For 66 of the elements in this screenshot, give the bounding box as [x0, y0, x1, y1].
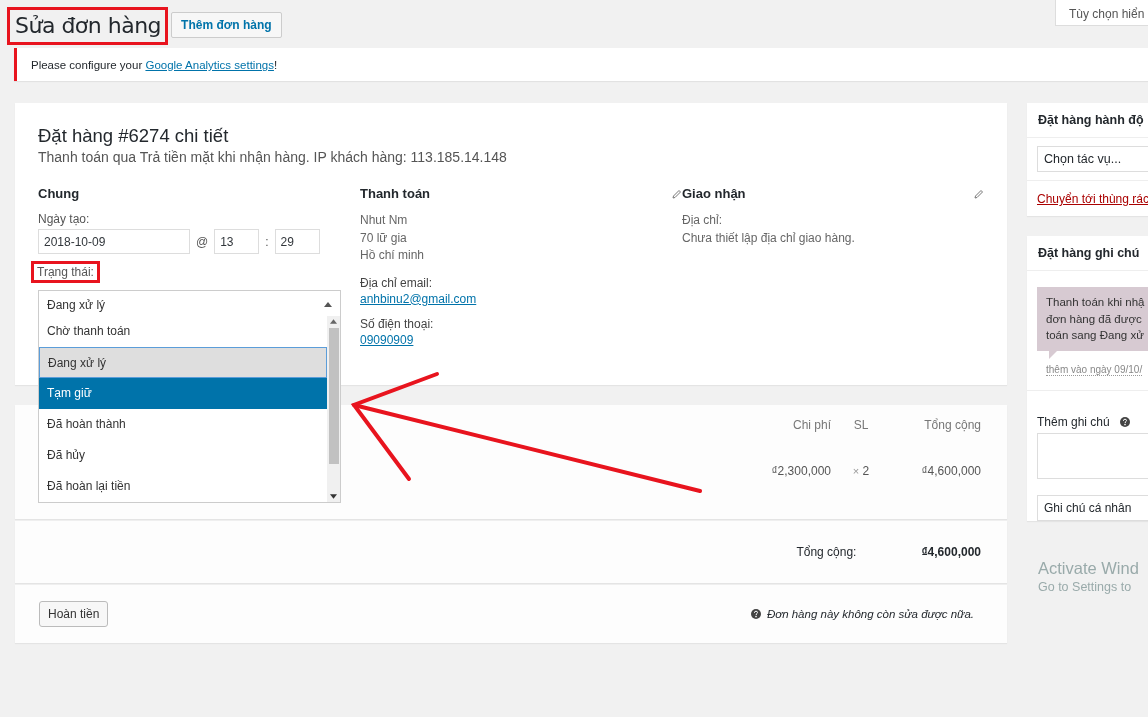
note-text: Thanh toán khi nhậ [1046, 295, 1146, 310]
status-option[interactable]: Đang xử lý [39, 347, 327, 378]
status-value: Đang xử lý [47, 297, 106, 312]
screen-options-button[interactable]: Tùy chọn hiển [1055, 0, 1148, 26]
note-text: đơn hàng đã được [1046, 311, 1143, 327]
add-order-button[interactable]: Thêm đơn hàng [171, 12, 282, 38]
page-title: Sửa đơn hàng [15, 12, 162, 40]
pencil-icon[interactable] [974, 189, 984, 199]
address-line: Hồ chí minh [360, 247, 426, 264]
action-select[interactable]: Chọn tác vụ... [1037, 146, 1148, 172]
minute-field[interactable]: 29 [274, 229, 320, 254]
address-line: 70 lữ gia [360, 229, 408, 247]
note-type-select[interactable]: Ghi chú cá nhân [1037, 494, 1148, 521]
cost-cell-text: ₫2,300,000 [770, 464, 831, 478]
card-title: Đặt hàng ghi chú [1027, 236, 1148, 271]
times-sign: × [852, 465, 860, 477]
help-icon [1119, 416, 1130, 427]
at-sign: @ [196, 234, 209, 249]
note-text: toán sang Đang xử [1046, 328, 1145, 343]
status-dropdown[interactable]: Đang xử lý Chờ thanh toán Đang xử lý Tạm giữ Đã hoàn thành Đã hủy Đã hoàn lại tiền [38, 290, 341, 503]
notice-text: Please configure your Google Analytics settings! [31, 59, 278, 71]
refund-button[interactable]: Hoàn tiền [39, 601, 109, 627]
card-title: Đặt hàng hành độ [1027, 103, 1148, 138]
date-field[interactable]: 2018-10-09 [38, 229, 190, 254]
note-meta: thêm vào ngày 09/10/ [1046, 363, 1143, 376]
address-line: Nhut Nm [360, 212, 409, 229]
status-option[interactable]: Đã hủy [39, 440, 327, 471]
total-value: ₫4,600,000 [921, 545, 981, 559]
phone-link[interactable]: 09090909 [360, 332, 414, 347]
settings-link[interactable]: Google Analytics settings [145, 59, 274, 71]
up-arrow-icon [324, 302, 332, 307]
order-title: Đặt hàng #6274 chi tiết [38, 125, 230, 147]
add-note-label: Thêm ghi chú [1037, 414, 1110, 429]
email-link[interactable]: anhbinu2@gmail.com [360, 291, 477, 306]
quantity-cell: 2 [862, 464, 870, 478]
email-label: Địa chỉ email: [360, 274, 434, 292]
total-label: Tổng cộng: [796, 545, 857, 559]
section-heading: Giao nhận [682, 186, 746, 201]
status-option[interactable]: Chờ thanh toán [39, 316, 327, 347]
status-option[interactable]: Đã hoàn thành [39, 409, 327, 440]
status-option[interactable]: Đã hoàn lại tiền [39, 471, 327, 502]
scrollbar[interactable] [327, 316, 340, 502]
column-header: Tổng cộng [923, 418, 981, 434]
address-label: Địa chỉ: [682, 212, 723, 229]
hour-field[interactable]: 13 [214, 229, 260, 254]
down-arrow-icon[interactable] [330, 494, 337, 499]
column-header: Chi phí [791, 418, 831, 434]
pencil-icon[interactable] [672, 189, 682, 199]
activation-title: Activate Wind [1038, 558, 1140, 578]
help-icon [750, 609, 761, 619]
up-arrow-icon[interactable] [330, 319, 337, 324]
status-label: Trạng thái: [37, 265, 94, 279]
phone-label: Số điện thoại: [360, 315, 435, 333]
locked-note: Đơn hàng này không còn sửa được nữa. [766, 608, 974, 620]
note-field[interactable] [1037, 432, 1148, 479]
colon: : [265, 234, 269, 249]
section-heading: Thanh toán [360, 186, 431, 201]
total-cell-text: ₫4,600,000 [920, 464, 981, 478]
address-text: Chưa thiết lập địa chỉ giao hàng. [682, 229, 856, 247]
section-heading: Chung [38, 186, 81, 201]
date-label: Ngày tạo: [38, 212, 90, 226]
status-option[interactable]: Tạm giữ [39, 378, 327, 409]
activation-text: Go to Settings to [1038, 579, 1133, 594]
trash-link[interactable]: Chuyển tới thùng rác [1037, 192, 1148, 206]
column-header: SL [852, 418, 870, 434]
order-subtitle: Thanh toán qua Trả tiền mặt khi nhận hàng. IP khách hàng: 113.185.14.148 [38, 149, 508, 165]
